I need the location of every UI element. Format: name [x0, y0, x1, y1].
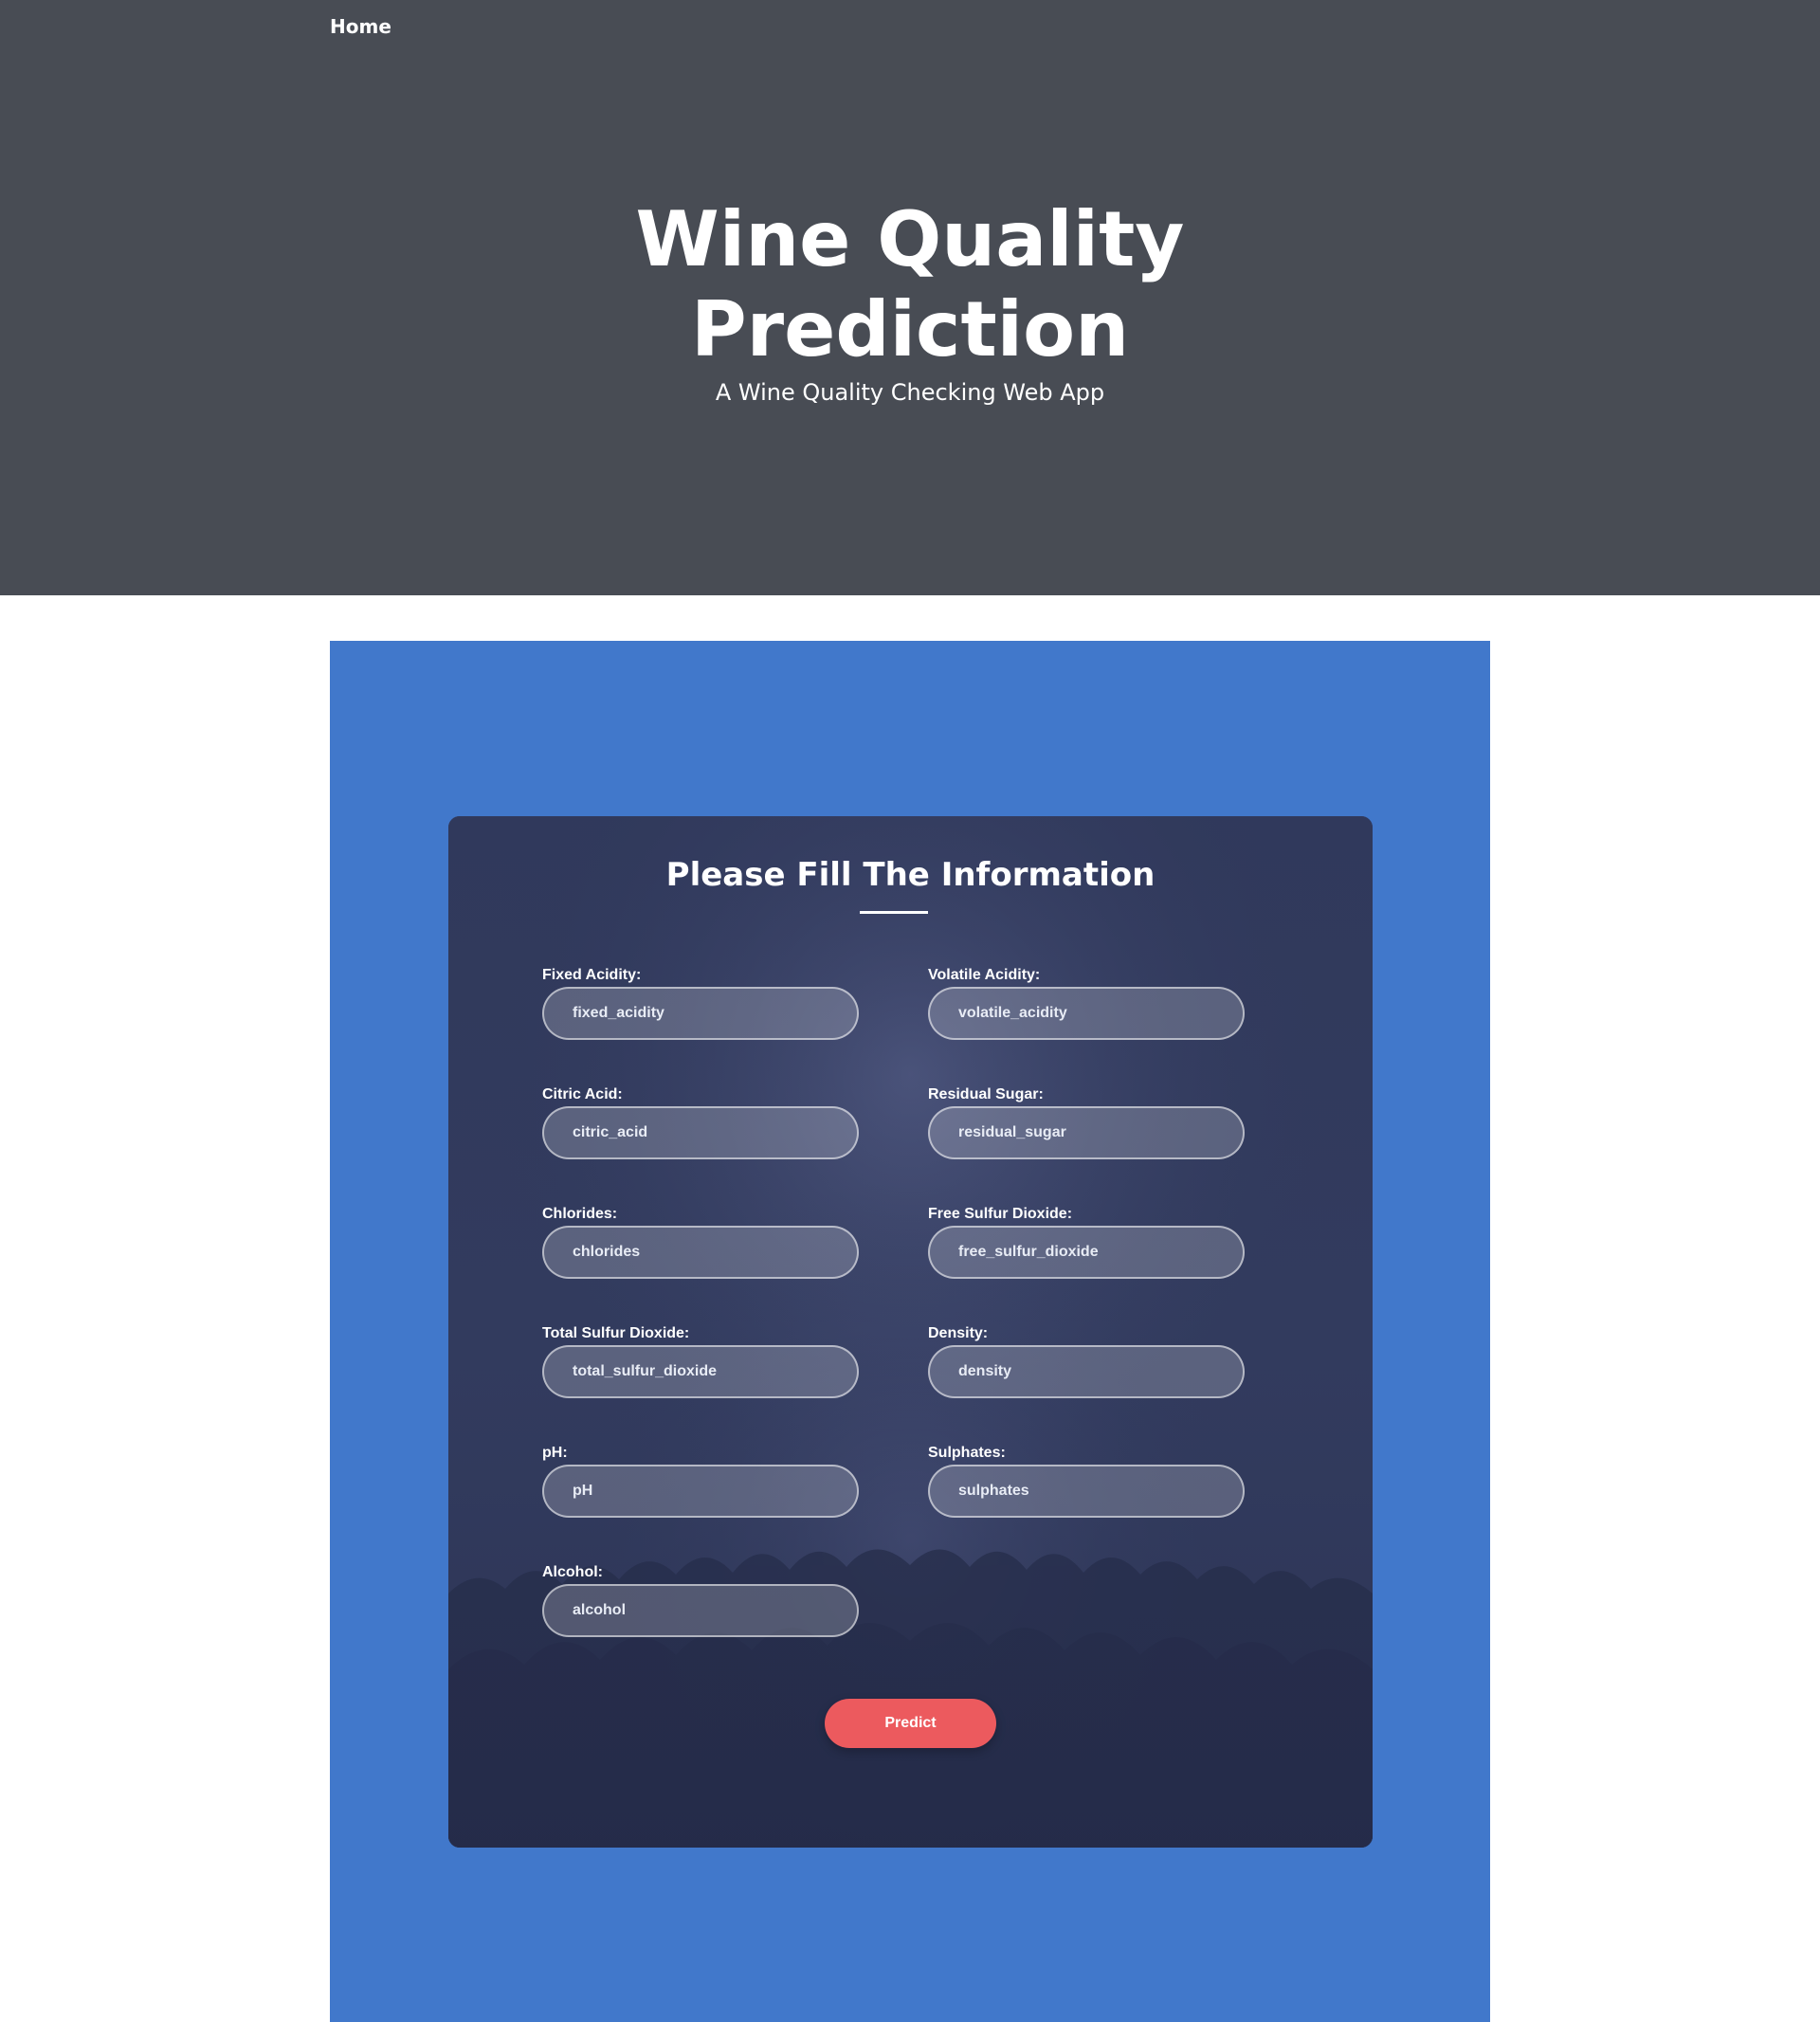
- field-label: Residual Sugar:: [928, 1086, 1044, 1102]
- field-residual-sugar: Residual Sugar:: [928, 1085, 1245, 1159]
- field-label: Chlorides:: [542, 1206, 618, 1222]
- free-sulfur-dioxide-input[interactable]: [928, 1226, 1245, 1279]
- nav-home-link[interactable]: Home: [330, 15, 391, 38]
- volatile-acidity-input[interactable]: [928, 987, 1245, 1040]
- title-underline: [860, 911, 928, 914]
- alcohol-input[interactable]: [542, 1584, 859, 1637]
- field-chlorides: Chlorides:: [542, 1205, 859, 1279]
- field-alcohol: Alcohol:: [542, 1563, 859, 1637]
- field-ph: pH:: [542, 1444, 859, 1518]
- page-title-line1: Wine Quality: [635, 195, 1185, 283]
- page-subtitle: A Wine Quality Checking Web App: [715, 379, 1105, 406]
- field-label: pH:: [542, 1445, 568, 1461]
- hero-header: Home Wine Quality Prediction A Wine Qual…: [0, 0, 1820, 595]
- form-title: Please Fill The Information: [665, 856, 1156, 894]
- field-sulphates: Sulphates:: [928, 1444, 1245, 1518]
- field-label: Volatile Acidity:: [928, 967, 1041, 983]
- total-sulfur-dioxide-input[interactable]: [542, 1345, 859, 1398]
- field-label: Density:: [928, 1325, 989, 1341]
- ph-input[interactable]: [542, 1465, 859, 1518]
- density-input[interactable]: [928, 1345, 1245, 1398]
- field-volatile-acidity: Volatile Acidity:: [928, 966, 1245, 1040]
- field-total-sulfur-dioxide: Total Sulfur Dioxide:: [542, 1324, 859, 1398]
- field-free-sulfur-dioxide: Free Sulfur Dioxide:: [928, 1205, 1245, 1279]
- prediction-form: Please Fill The Information Fixed Acidit…: [448, 816, 1373, 1848]
- field-citric-acid: Citric Acid:: [542, 1085, 859, 1159]
- residual-sugar-input[interactable]: [928, 1106, 1245, 1159]
- fixed-acidity-input[interactable]: [542, 987, 859, 1040]
- field-label: Total Sulfur Dioxide:: [542, 1325, 690, 1341]
- page-title-line2: Prediction: [690, 285, 1130, 373]
- page-title: Wine Quality Prediction: [531, 194, 1289, 374]
- field-fixed-acidity: Fixed Acidity:: [542, 966, 859, 1040]
- chlorides-input[interactable]: [542, 1226, 859, 1279]
- field-label: Citric Acid:: [542, 1086, 623, 1102]
- predict-button[interactable]: Predict: [825, 1699, 996, 1748]
- field-label: Free Sulfur Dioxide:: [928, 1206, 1073, 1222]
- citric-acid-input[interactable]: [542, 1106, 859, 1159]
- field-density: Density:: [928, 1324, 1245, 1398]
- field-label: Sulphates:: [928, 1445, 1006, 1461]
- field-label: Fixed Acidity:: [542, 967, 642, 983]
- field-label: Alcohol:: [542, 1564, 603, 1580]
- sulphates-input[interactable]: [928, 1465, 1245, 1518]
